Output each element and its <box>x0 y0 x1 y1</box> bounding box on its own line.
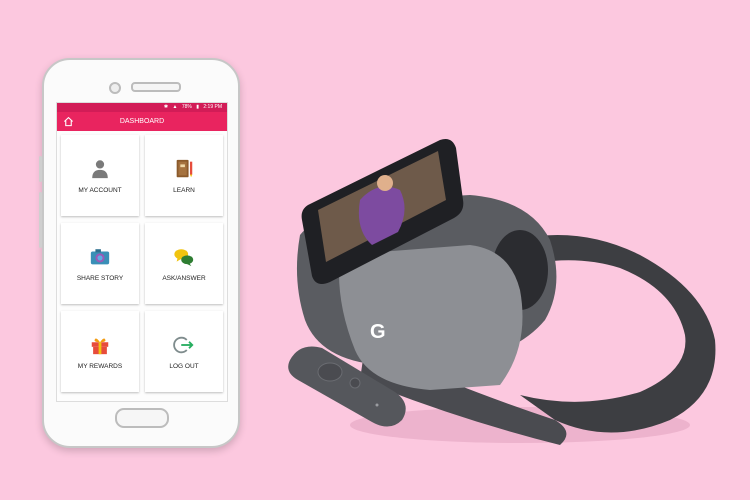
tile-my-account[interactable]: MY ACCOUNT <box>61 135 139 216</box>
person-icon <box>92 159 108 178</box>
tile-label: LOG OUT <box>169 362 199 370</box>
app-screen: ✱ ▲ 78% ▮ 2:19 PM DASHBOARD MY ACCOUNT L… <box>56 102 228 402</box>
tile-log-out[interactable]: LOG OUT <box>145 311 223 392</box>
g-logo: G <box>370 321 386 343</box>
battery-level: 78% <box>181 104 192 110</box>
tile-share-story[interactable]: SHARE STORY <box>61 223 139 304</box>
tile-my-rewards[interactable]: MY REWARDS <box>61 311 139 392</box>
tile-learn[interactable]: LEARN <box>145 135 223 216</box>
tile-label: MY ACCOUNT <box>78 186 122 194</box>
book-icon <box>176 159 193 177</box>
home-button <box>115 408 169 428</box>
logout-icon <box>173 336 194 353</box>
camera-icon <box>90 248 110 264</box>
battery-icon: ▮ <box>196 104 199 110</box>
power-button <box>39 192 42 248</box>
clock: 2:19 PM <box>203 104 222 110</box>
gift-icon <box>91 338 109 354</box>
vr-headset-photo: G <box>288 139 716 445</box>
front-camera <box>109 82 121 94</box>
chat-bubbles-icon <box>174 248 194 266</box>
signal-icon: ▲ <box>172 104 178 110</box>
tile-ask-answer[interactable]: ASK/ANSWER <box>145 223 223 304</box>
home-icon[interactable] <box>63 116 74 127</box>
page-title: DASHBOARD <box>119 118 165 125</box>
smartphone-mockup: ✱ ▲ 78% ▮ 2:19 PM DASHBOARD MY ACCOUNT L… <box>39 58 240 448</box>
app-bar: DASHBOARD <box>57 112 227 131</box>
tile-label: SHARE STORY <box>76 274 124 282</box>
volume-button <box>39 156 42 182</box>
dashboard-grid: MY ACCOUNT LEARN SHARE STORY ASK/ANSWER … <box>61 135 223 392</box>
earpiece-speaker <box>131 82 181 92</box>
status-bar: ✱ ▲ 78% ▮ 2:19 PM <box>57 103 227 112</box>
bluetooth-icon: ✱ <box>163 104 169 110</box>
tile-label: LEARN <box>173 186 195 194</box>
tile-label: MY REWARDS <box>77 362 123 370</box>
tile-label: ASK/ANSWER <box>162 274 206 282</box>
